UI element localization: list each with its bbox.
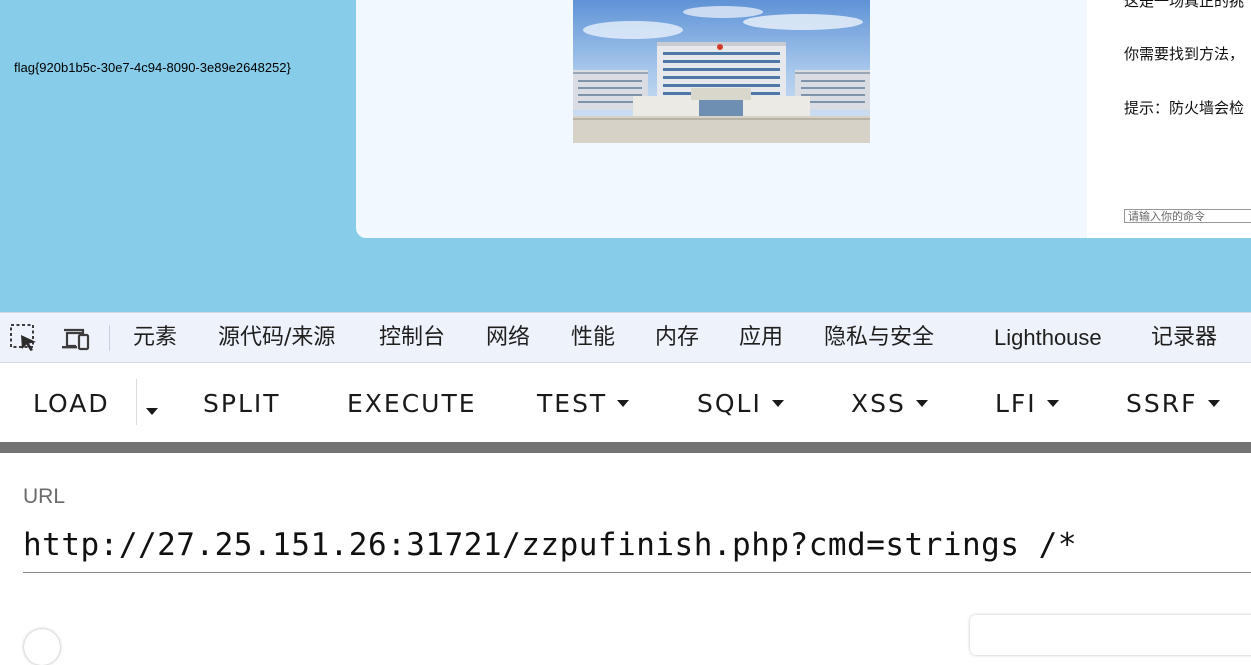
tab-memory[interactable]: 内存 [655,325,699,351]
building-image [573,0,870,143]
load-divider [136,379,137,425]
lfi-dropdown[interactable]: LFI [995,385,1059,421]
lfi-dropdown-label: LFI [995,388,1037,418]
tab-console[interactable]: 控制台 [379,325,445,351]
split-button-label: SPLIT [203,388,281,418]
url-section: URL http://27.25.151.26:31721/zzpufinish… [0,453,1251,665]
url-label: URL [23,485,66,508]
flag-text: flag{920b1b5c-30e7-4c94-8090-3e89e264825… [14,60,291,75]
tab-sources[interactable]: 源代码/来源 [218,325,335,351]
execute-button-label: EXECUTE [347,388,477,418]
content-card: 这是一场真正的挑 你需要找到方法， 提示：防火墙会检 [356,0,1251,238]
toolbar-separator [109,325,110,351]
test-dropdown-label: TEST [537,388,608,418]
caret-down-icon [146,408,158,415]
tab-network[interactable]: 网络 [486,325,530,351]
device-toolbar-icon[interactable] [60,323,90,353]
card-line-method: 你需要找到方法， [1124,45,1245,63]
execute-button[interactable]: EXECUTE [347,385,477,421]
post-data-toggle[interactable] [24,629,60,665]
ssrf-dropdown-label: SSRF [1126,388,1198,418]
card-text-panel [1087,0,1251,238]
hackbar-separator-band [0,442,1251,453]
caret-down-icon [1207,399,1220,407]
caret-down-icon [1046,399,1059,407]
load-options-dropdown[interactable] [146,400,158,419]
command-input[interactable] [1124,209,1251,223]
url-input-underline [23,572,1251,573]
tab-elements[interactable]: 元素 [133,325,177,351]
caret-down-icon [771,399,784,407]
xss-dropdown-label: XSS [851,388,906,418]
card-line-intro: 这是一场真正的挑 [1124,0,1245,10]
devtools-tab-bar: 元素 源代码/来源 控制台 网络 性能 内存 应用 隐私与安全 Lighthou… [0,312,1251,363]
tab-privacy-security[interactable]: 隐私与安全 [824,325,934,351]
ssrf-dropdown[interactable]: SSRF [1126,385,1220,421]
caret-down-icon [617,399,630,407]
options-panel [970,615,1251,655]
load-button[interactable]: LOAD [33,385,110,421]
url-input[interactable]: http://27.25.151.26:31721/zzpufinish.php… [23,527,1251,563]
sqli-dropdown-label: SQLI [697,388,762,418]
load-button-label: LOAD [33,388,110,418]
inspect-element-icon[interactable] [9,323,39,353]
hackbar-toolbar: LOAD SPLIT EXECUTE TEST SQLI XSS LFI SSR… [0,363,1251,442]
xss-dropdown[interactable]: XSS [851,385,928,421]
web-page-viewport: flag{920b1b5c-30e7-4c94-8090-3e89e264825… [0,0,1251,312]
sqli-dropdown[interactable]: SQLI [697,385,784,421]
test-dropdown[interactable]: TEST [537,385,630,421]
card-line-hint: 提示：防火墙会检 [1124,99,1245,117]
tab-lighthouse[interactable]: Lighthouse [994,325,1102,351]
tab-recorder[interactable]: 记录器 [1151,325,1217,351]
tab-performance[interactable]: 性能 [571,325,615,351]
split-button[interactable]: SPLIT [203,385,281,421]
caret-down-icon [915,399,928,407]
tab-application[interactable]: 应用 [739,325,783,351]
